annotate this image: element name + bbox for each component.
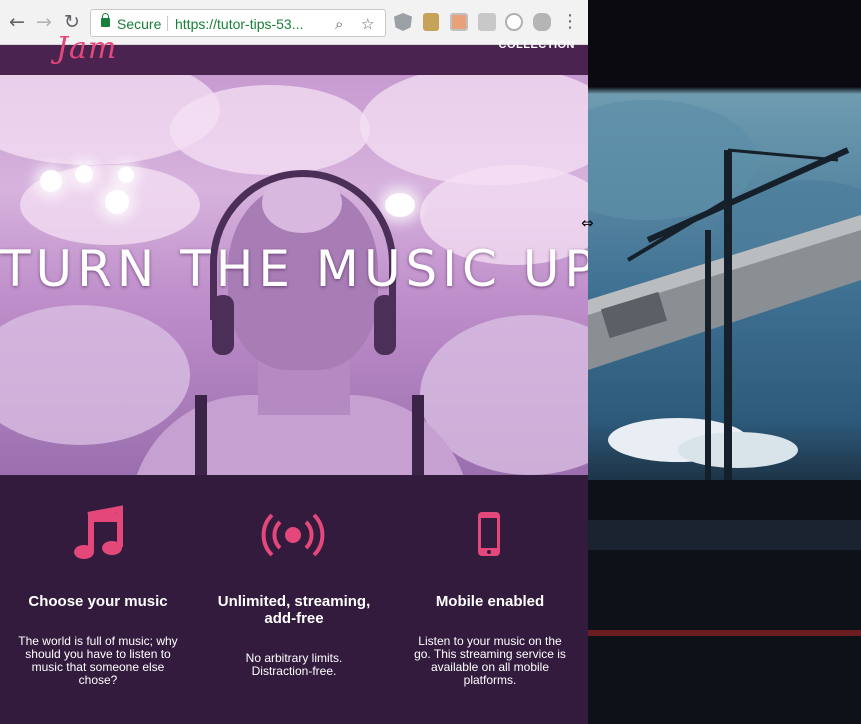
stage-light bbox=[75, 165, 93, 183]
site-header: Jam COLLECTION bbox=[0, 31, 588, 75]
headphones-earcup bbox=[212, 295, 234, 355]
address-bar[interactable]: Secure https://tutor-tips-53... ⌕ ☆ bbox=[90, 9, 386, 37]
address-separator bbox=[167, 16, 168, 31]
feature-card: Choose your music The world is full of m… bbox=[0, 475, 196, 724]
hero-banner: TURN THE MUSIC UP! bbox=[0, 75, 588, 475]
resize-cursor-icon: ⇔ bbox=[581, 214, 594, 232]
forward-button[interactable]: → bbox=[33, 11, 55, 33]
reload-button[interactable]: ↻ bbox=[61, 11, 83, 33]
bookmark-star-icon[interactable]: ☆ bbox=[361, 15, 374, 33]
top-strap bbox=[412, 395, 424, 475]
desktop-wallpaper bbox=[588, 0, 861, 724]
site-logo[interactable]: Jam bbox=[56, 31, 117, 66]
feature-title: Mobile enabled bbox=[435, 593, 545, 610]
notes-extension-icon[interactable] bbox=[478, 13, 496, 31]
mobile-phone-icon bbox=[478, 512, 500, 556]
security-label: Secure bbox=[117, 16, 162, 32]
feature-card: Mobile enabled Listen to your music on t… bbox=[392, 475, 588, 724]
circle-extension-icon[interactable] bbox=[505, 13, 523, 31]
top-strap bbox=[195, 395, 207, 475]
feature-title: Choose your music bbox=[28, 593, 168, 610]
broadcast-icon bbox=[261, 513, 325, 557]
palm-extension-icon[interactable] bbox=[533, 13, 551, 31]
feature-card: Unlimited, streaming, add-free No arbitr… bbox=[196, 475, 392, 724]
feature-description: Listen to your music on the go. This str… bbox=[414, 634, 566, 687]
feature-description: The world is full of music; why should y… bbox=[18, 634, 178, 687]
hero-cloud bbox=[0, 305, 190, 445]
feature-description: No arbitrary limits. Distraction-free. bbox=[245, 651, 343, 678]
menu-kebab-icon[interactable]: ⋮ bbox=[559, 11, 581, 33]
features-section: Choose your music The world is full of m… bbox=[0, 475, 588, 724]
music-note-icon bbox=[74, 505, 123, 559]
browser-window: ← → ↻ Secure https://tutor-tips-53... ⌕ … bbox=[0, 0, 588, 724]
stage-light bbox=[385, 193, 415, 217]
lock-icon bbox=[101, 13, 110, 27]
eyedropper-extension-icon[interactable] bbox=[423, 13, 439, 31]
stage-light bbox=[40, 170, 62, 192]
window-extension-icon[interactable] bbox=[450, 13, 468, 31]
hero-cloud bbox=[170, 85, 370, 175]
angular-extension-icon[interactable] bbox=[394, 13, 412, 31]
feature-title: Unlimited, streaming, add-free bbox=[217, 593, 371, 627]
stage-light bbox=[118, 167, 134, 183]
crane-scene-illustration bbox=[588, 100, 861, 724]
web-page: Jam COLLECTION TURN THE MUSIC UP! Choose… bbox=[0, 31, 588, 724]
nav-link-collection[interactable]: COLLECTION bbox=[499, 39, 576, 51]
zoom-icon[interactable]: ⌕ bbox=[335, 15, 343, 33]
url-text[interactable]: https://tutor-tips-53... bbox=[175, 16, 303, 32]
back-button[interactable]: ← bbox=[6, 11, 28, 33]
stage-light bbox=[105, 190, 129, 214]
headphones-earcup bbox=[374, 295, 396, 355]
hero-title: TURN THE MUSIC UP! bbox=[0, 240, 588, 298]
